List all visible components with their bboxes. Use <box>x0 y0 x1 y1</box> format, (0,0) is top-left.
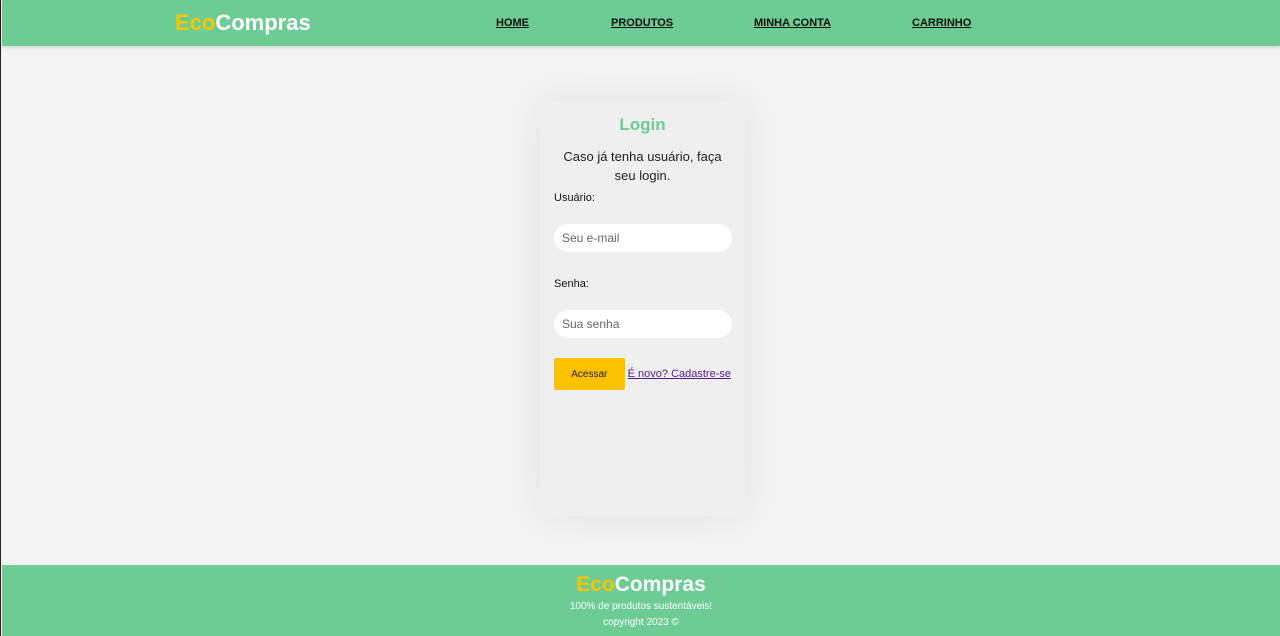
nav-minha-conta[interactable]: MINHA CONTA <box>754 16 831 30</box>
login-subtitle: Caso já tenha usuário, faça seu login. <box>563 149 722 183</box>
nav-produtos[interactable]: PRODUTOS <box>611 16 673 30</box>
footer-brand: EcoCompras <box>2 573 1280 597</box>
login-card: Login Caso já tenha usuário, faça seu lo… <box>540 101 745 516</box>
signup-link[interactable]: É novo? Cadastre-se <box>628 368 731 380</box>
login-title: Login <box>619 115 666 134</box>
brand-compras: Compras <box>215 10 311 35</box>
login-actions: Acessar É novo? Cadastre-se <box>554 358 731 390</box>
footer-copyright: copyright 2023 © <box>603 617 679 628</box>
email-input[interactable] <box>554 224 732 252</box>
footer-brand-eco: Eco <box>576 573 615 596</box>
top-navbar: EcoCompras HOME PRODUTOS MINHA CONTA CAR… <box>2 0 1280 46</box>
main-content: Login Caso já tenha usuário, faça seu lo… <box>2 46 1280 565</box>
brand-logo[interactable]: EcoCompras <box>175 10 311 36</box>
user-label: Usuário: <box>554 192 595 204</box>
nav-home[interactable]: HOME <box>496 16 529 30</box>
brand-eco: Eco <box>175 10 216 35</box>
password-input[interactable] <box>554 310 732 338</box>
footer-brand-compras: Compras <box>614 573 706 596</box>
password-label: Senha: <box>554 278 589 290</box>
footer: EcoCompras 100% de produtos sustentáveis… <box>2 565 1280 636</box>
access-button[interactable]: Acessar <box>554 358 625 390</box>
nav-carrinho[interactable]: CARRINHO <box>912 16 971 30</box>
footer-tagline: 100% de produtos sustentáveis! <box>569 601 713 612</box>
